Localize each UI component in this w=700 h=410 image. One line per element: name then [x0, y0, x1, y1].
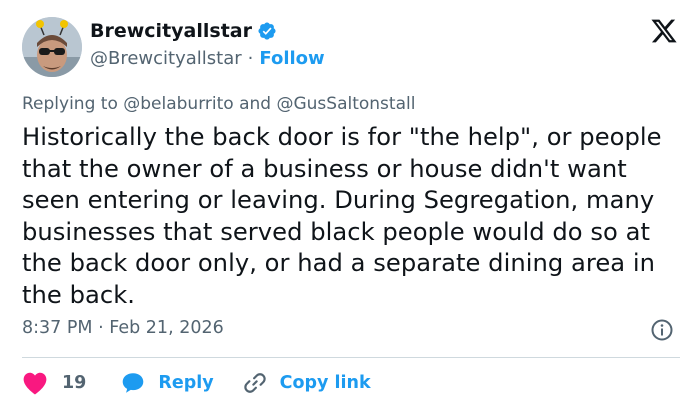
replying-to-conjunction: and [239, 94, 272, 114]
handle-separator: · [247, 48, 254, 69]
like-count: 19 [62, 373, 87, 393]
x-logo-icon[interactable] [650, 17, 678, 45]
copy-link-button[interactable]: Copy link [242, 370, 371, 396]
follow-button[interactable]: Follow [259, 48, 324, 69]
tweet-date: Feb 21, 2026 [109, 318, 224, 338]
divider [22, 357, 680, 358]
reply-label: Reply [158, 373, 214, 393]
author-handle[interactable]: @Brewcityallstar [90, 48, 242, 69]
copy-link-label: Copy link [279, 373, 371, 393]
like-button[interactable]: 19 [22, 371, 86, 395]
info-icon[interactable] [650, 318, 674, 342]
action-bar: 19 Reply Copy link [22, 370, 371, 396]
avatar[interactable] [22, 17, 82, 77]
author-handle-row: @Brewcityallstar · Follow [90, 48, 325, 69]
timestamp-separator: · [98, 318, 104, 338]
reply-mention-2[interactable]: @GusSaltonstall [276, 94, 415, 114]
tweet-time: 8:37 PM [22, 318, 93, 338]
replying-to-prefix: Replying to [22, 94, 118, 114]
author-display-name[interactable]: Brewcityallstar [90, 20, 252, 42]
verified-badge-icon [258, 22, 276, 40]
link-icon [243, 373, 266, 393]
tweet-text: Historically the back door is for "the h… [22, 123, 662, 309]
tweet-timestamp[interactable]: 8:37 PM · Feb 21, 2026 [22, 318, 224, 338]
reply-mention-1[interactable]: @belaburrito [123, 94, 233, 114]
tweet-card: Brewcityallstar @Brewcityallstar · Follo… [0, 0, 700, 410]
speech-bubble-icon [123, 373, 144, 393]
author-name-row: Brewcityallstar [90, 20, 277, 42]
reply-button[interactable]: Reply [120, 370, 214, 396]
heart-icon [23, 372, 47, 395]
replying-to-line: Replying to @belaburrito and @GusSaltons… [22, 94, 415, 114]
